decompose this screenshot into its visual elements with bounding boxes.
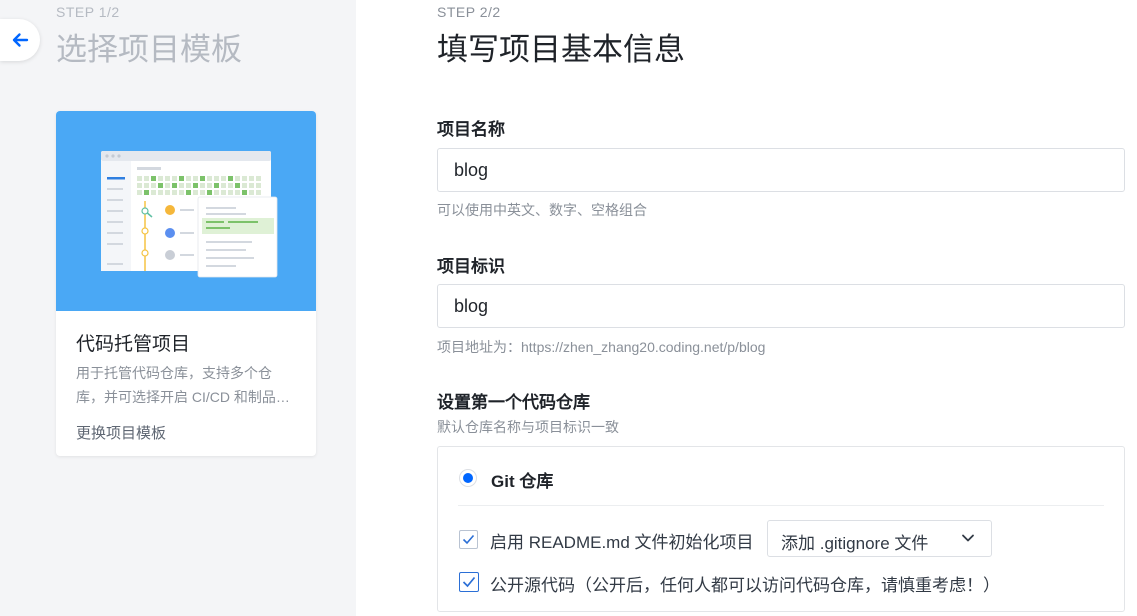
public-source-checkbox[interactable] [459,572,479,592]
git-repo-radio[interactable] [459,469,477,487]
readme-checkbox-label: 启用 README.md 文件初始化项目 [490,533,754,552]
public-source-label: 公开源代码（公开后，任何人都可以访问代码仓库，请慎重考虑！） [490,576,1000,595]
checkmark-icon [462,534,475,545]
step-indicator: STEP 1/2 [56,4,120,20]
code-hosting-illustration [101,151,278,278]
template-illustration [56,111,316,311]
arrow-left-icon [12,33,29,47]
divider [458,505,1104,506]
readme-checkbox[interactable] [459,530,478,549]
back-button[interactable] [0,19,40,61]
template-card-description: 用于托管代码仓库，支持多个仓库，并可选择开启 CI/CD 和制品库等功能 [76,365,290,405]
project-id-input[interactable] [437,284,1125,328]
gitignore-select[interactable]: 添加 .gitignore 文件 [767,520,992,557]
project-name-input[interactable] [437,148,1125,192]
change-template-link[interactable]: 更换项目模板 [76,422,166,443]
radio-selected-dot [463,473,473,483]
repo-section-hint: 默认仓库名称与项目标识一致 [437,419,619,435]
step-indicator-2: STEP 2/2 [437,4,501,20]
project-name-hint: 可以使用中英文、数字、空格组合 [437,202,647,218]
template-panel: STEP 1/2 选择项目模板 代码托管项目 用于托管代码仓库，支持多个仓库，并… [0,0,356,616]
git-repo-label: Git 仓库 [491,472,554,491]
project-id-label: 项目标识 [437,257,505,276]
template-card-title: 代码托管项目 [76,333,191,355]
gitignore-select-value: 添加 .gitignore 文件 [781,534,929,553]
repo-section-label: 设置第一个代码仓库 [437,393,590,412]
project-name-label: 项目名称 [437,120,505,139]
template-card[interactable]: 代码托管项目 用于托管代码仓库，支持多个仓库，并可选择开启 CI/CD 和制品库… [56,111,316,456]
project-url-hint: 项目地址为：https://zhen_zhang20.coding.net/p/… [437,339,766,355]
chevron-down-icon [962,534,974,542]
checkmark-icon [462,576,476,588]
repo-options-box: Git 仓库 启用 README.md 文件初始化项目 添加 .gitignor… [437,446,1125,612]
form-title: 填写项目基本信息 [437,32,685,68]
page-title: 选择项目模板 [56,32,242,68]
